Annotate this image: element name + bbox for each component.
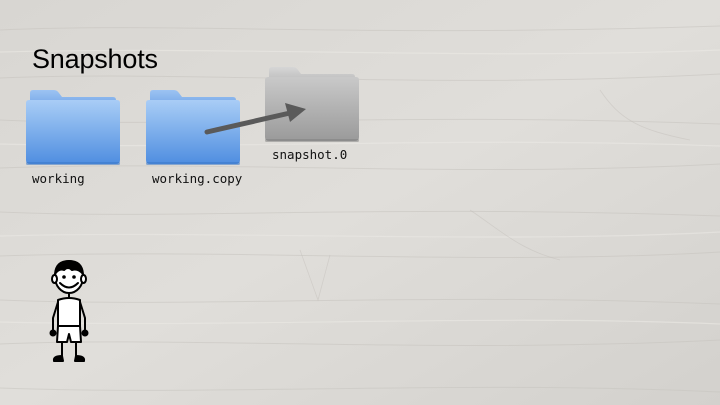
slide: Snapshots working working.copy snapshot.… xyxy=(0,0,720,405)
folder-icon[interactable] xyxy=(263,66,361,144)
folder-label-snapshot-0: snapshot.0 xyxy=(272,147,348,162)
folder-label-working-copy: working.copy xyxy=(152,171,243,186)
slide-title: Snapshots xyxy=(32,44,158,74)
folder-icon[interactable] xyxy=(144,89,242,167)
folder-icon[interactable] xyxy=(24,89,122,167)
folder-label-working: working xyxy=(32,171,85,186)
stick-figure-person-icon xyxy=(44,258,94,371)
